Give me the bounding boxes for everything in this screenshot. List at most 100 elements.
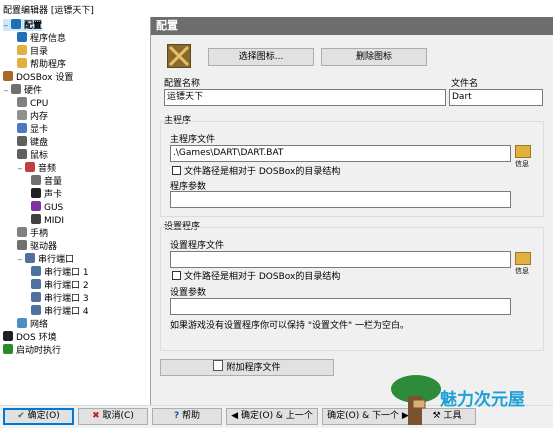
cancel-button[interactable]: ✖ 取消(C) [78,408,148,425]
tree-item-label: 硬件 [24,86,43,96]
setup-browse-folder-icon[interactable] [515,252,531,265]
tree-item-label: 配置 [24,21,43,31]
tree-item[interactable]: 声卡 [31,188,62,200]
tree-item[interactable]: 目录 [17,45,48,57]
check-icon: ✔ [17,411,25,421]
close-icon: ✖ [92,411,100,421]
tree-item[interactable]: DOS 环境 [3,331,57,343]
hardware-icon [11,84,21,94]
tree-item[interactable]: 键盘 [17,136,48,148]
tree-item[interactable]: 显卡 [17,123,48,135]
tree-item[interactable]: − 配置 [3,19,43,32]
filename-label: 文件名 [451,79,479,89]
tree-item[interactable]: 驱动器 [17,240,57,252]
tree-item[interactable]: DOSBox 设置 [3,71,73,83]
program-icon [167,44,191,68]
tree-item[interactable]: 帮助程序 [17,58,66,70]
delete-icon-button[interactable]: 删除图标 [321,48,427,66]
add-program-file-button[interactable]: 附加程序文件 [160,359,334,376]
memory-icon [17,110,27,120]
speaker-icon [25,162,35,172]
info-icon [17,32,27,42]
folder-icon [17,45,27,55]
help-label: 帮助 [182,411,201,421]
graphics-icon [17,123,27,133]
tree-item-label: 音频 [38,164,57,174]
tree-item[interactable]: 串行端口 1 [31,266,89,278]
main-relative-checkbox[interactable] [172,166,181,175]
tree-item-label: 驱动器 [30,242,58,252]
collapse-icon[interactable]: − [17,163,25,175]
tree-item[interactable]: 内存 [17,110,48,122]
tree-item[interactable]: 串行端口 2 [31,279,89,291]
tree-item-label: 键盘 [30,138,49,148]
tree-house-logo [391,375,441,425]
setup-params-input[interactable] [170,298,511,315]
browse-folder-icon[interactable] [515,145,531,158]
serial-port-icon [31,292,41,302]
collapse-icon[interactable]: − [3,85,11,97]
serial-icon [25,253,35,263]
tree-item-label: DOSBox 设置 [16,73,74,83]
main-info-link[interactable]: 信息 [515,159,529,169]
joystick-icon [17,227,27,237]
dosbox-icon [3,71,13,81]
tree-item[interactable]: 串行端口 4 [31,305,89,317]
keyboard-icon [17,136,27,146]
tree-item[interactable]: CPU [17,97,48,109]
tree-item[interactable]: 网络 [17,318,48,330]
setup-params-label: 设置参数 [170,288,207,298]
help-button[interactable]: ? 帮助 [152,408,222,425]
midi-icon [31,214,41,224]
panel-header: 配置 [151,17,553,35]
tree-item-label: 程序信息 [30,34,67,44]
tree-item-label: 显卡 [30,125,49,135]
sb-icon [31,188,41,198]
profile-name-input[interactable]: 运镖天下 [164,89,446,106]
setup-info-link[interactable]: 信息 [515,266,529,276]
serial-port-icon [31,279,41,289]
tree-item-label: 手柄 [30,229,49,239]
tree-item[interactable]: 鼠标 [17,149,48,161]
help-icon: ? [173,411,180,421]
tree-item[interactable]: 程序信息 [17,32,66,44]
setup-relative-checkbox[interactable] [172,271,181,280]
tree-item-label: 串行端口 1 [44,268,89,278]
tree-item-label: 网络 [30,320,49,330]
tree-item[interactable]: 串行端口 3 [31,292,89,304]
tree-item-label: 串行端口 4 [44,307,89,317]
cpu-icon [17,97,27,107]
setup-file-input[interactable] [170,251,511,268]
tree-item[interactable]: − 硬件 [3,84,42,96]
main-file-input[interactable]: .\Games\DART\DART.BAT [170,145,511,162]
settings-tree[interactable]: − 配置 程序信息 目录 帮助程序 DOSBox 设置 − 硬件 CPU 内存 显卡 键盘 鼠标 − 音频音… [0,17,151,405]
tree-item-label: GUS [44,203,64,213]
params-input[interactable] [170,191,511,208]
profile-name-label: 配置名称 [164,79,201,89]
watermark-text: 魅力次元屋 [440,390,525,410]
ok-prev-button[interactable]: ◀ 确定(O) & 上一个 [226,408,318,425]
tree-item[interactable]: 手柄 [17,227,48,239]
tree-item[interactable]: − 音频 [17,162,56,174]
filename-input[interactable]: Dart [449,89,543,106]
watermark: 魅力次元屋 [388,372,553,425]
collapse-icon[interactable]: − [17,254,25,266]
config-panel: 配置 选择图标... 删除图标 配置名称 运镖天下 文件名 Dart 主程序 主… [151,17,553,405]
ok-button[interactable]: ✔ 确定(O) [3,408,74,425]
dos-icon [3,331,13,341]
cancel-label: 取消(C) [102,411,134,421]
tree-item-label: 鼠标 [30,151,49,161]
folder-icon [17,58,27,68]
collapse-icon[interactable]: − [3,20,11,32]
network-icon [17,318,27,328]
gear-icon [11,19,21,29]
select-icon-button[interactable]: 选择图标... [208,48,314,66]
tree-item-label: 串行端口 [38,255,75,265]
tree-item[interactable]: 音量 [31,175,62,187]
tree-item[interactable]: GUS [31,201,63,213]
tree-item-label: 目录 [30,47,49,57]
drive-icon [17,240,27,250]
tree-item[interactable]: 启动时执行 [3,344,61,356]
tree-item[interactable]: − 串行端口 [17,253,74,265]
tree-item[interactable]: MIDI [31,214,64,226]
